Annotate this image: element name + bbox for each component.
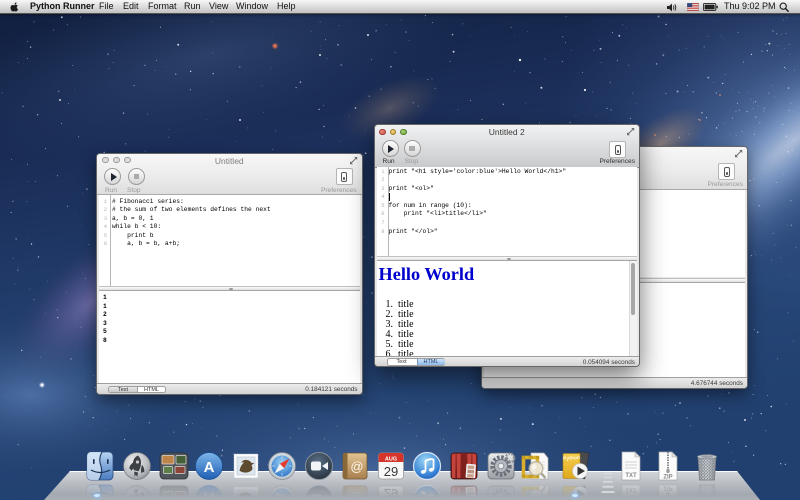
svg-text:ZIP: ZIP [663, 475, 672, 481]
svg-text:A: A [204, 459, 215, 476]
svg-text:Python: Python [563, 455, 580, 462]
svg-text:@: @ [350, 459, 363, 474]
svg-text:29: 29 [384, 464, 398, 479]
svg-text:AUG: AUG [385, 457, 397, 463]
svg-text:TXT: TXT [625, 473, 637, 479]
